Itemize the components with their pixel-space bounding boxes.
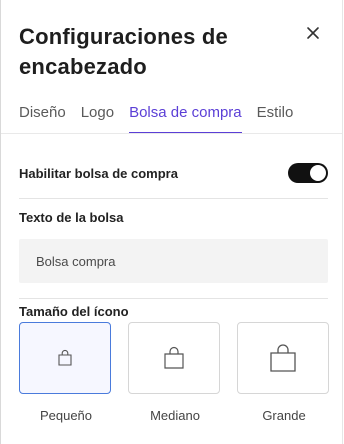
shopping-bag-icon: [58, 349, 72, 366]
tabs-divider: [1, 133, 342, 134]
divider: [19, 298, 328, 299]
size-label-large: Grande: [262, 408, 306, 423]
enable-bag-label: Habilitar bolsa de compra: [19, 165, 178, 181]
panel-header: Configuraciones de encabezado: [19, 22, 328, 82]
bag-text-input[interactable]: Bolsa compra: [19, 239, 328, 283]
tab-bar: Diseño Logo Bolsa de compra Estilo: [19, 104, 328, 134]
tab-bolsa-de-compra[interactable]: Bolsa de compra: [129, 104, 242, 134]
size-option-medium: Mediano: [128, 322, 222, 423]
header-settings-panel: Configuraciones de encabezado Diseño Log…: [0, 0, 343, 444]
enable-bag-toggle[interactable]: [288, 163, 328, 183]
divider: [19, 198, 328, 199]
size-card-small[interactable]: [19, 322, 111, 394]
close-button[interactable]: [302, 22, 324, 44]
size-label-medium: Mediano: [150, 408, 200, 423]
enable-bag-row: Habilitar bolsa de compra: [19, 162, 328, 184]
size-label-small: Pequeño: [39, 408, 93, 423]
bag-text-label: Texto de la bolsa: [19, 210, 124, 225]
icon-size-options: Pequeño Mediano Grande: [19, 322, 331, 432]
size-option-small: Pequeño: [19, 322, 113, 423]
shopping-bag-icon: [270, 344, 296, 372]
size-option-large: Grande: [237, 322, 331, 423]
close-icon: [307, 27, 319, 39]
tab-logo[interactable]: Logo: [81, 104, 114, 134]
panel-title: Configuraciones de encabezado: [19, 24, 228, 79]
size-card-large[interactable]: [237, 322, 329, 394]
tab-diseno[interactable]: Diseño: [19, 104, 66, 134]
shopping-bag-icon: [164, 346, 184, 369]
toggle-knob: [310, 165, 326, 181]
icon-size-label: Tamaño del ícono: [19, 304, 129, 319]
size-card-medium[interactable]: [128, 322, 220, 394]
tab-estilo[interactable]: Estilo: [257, 104, 294, 134]
